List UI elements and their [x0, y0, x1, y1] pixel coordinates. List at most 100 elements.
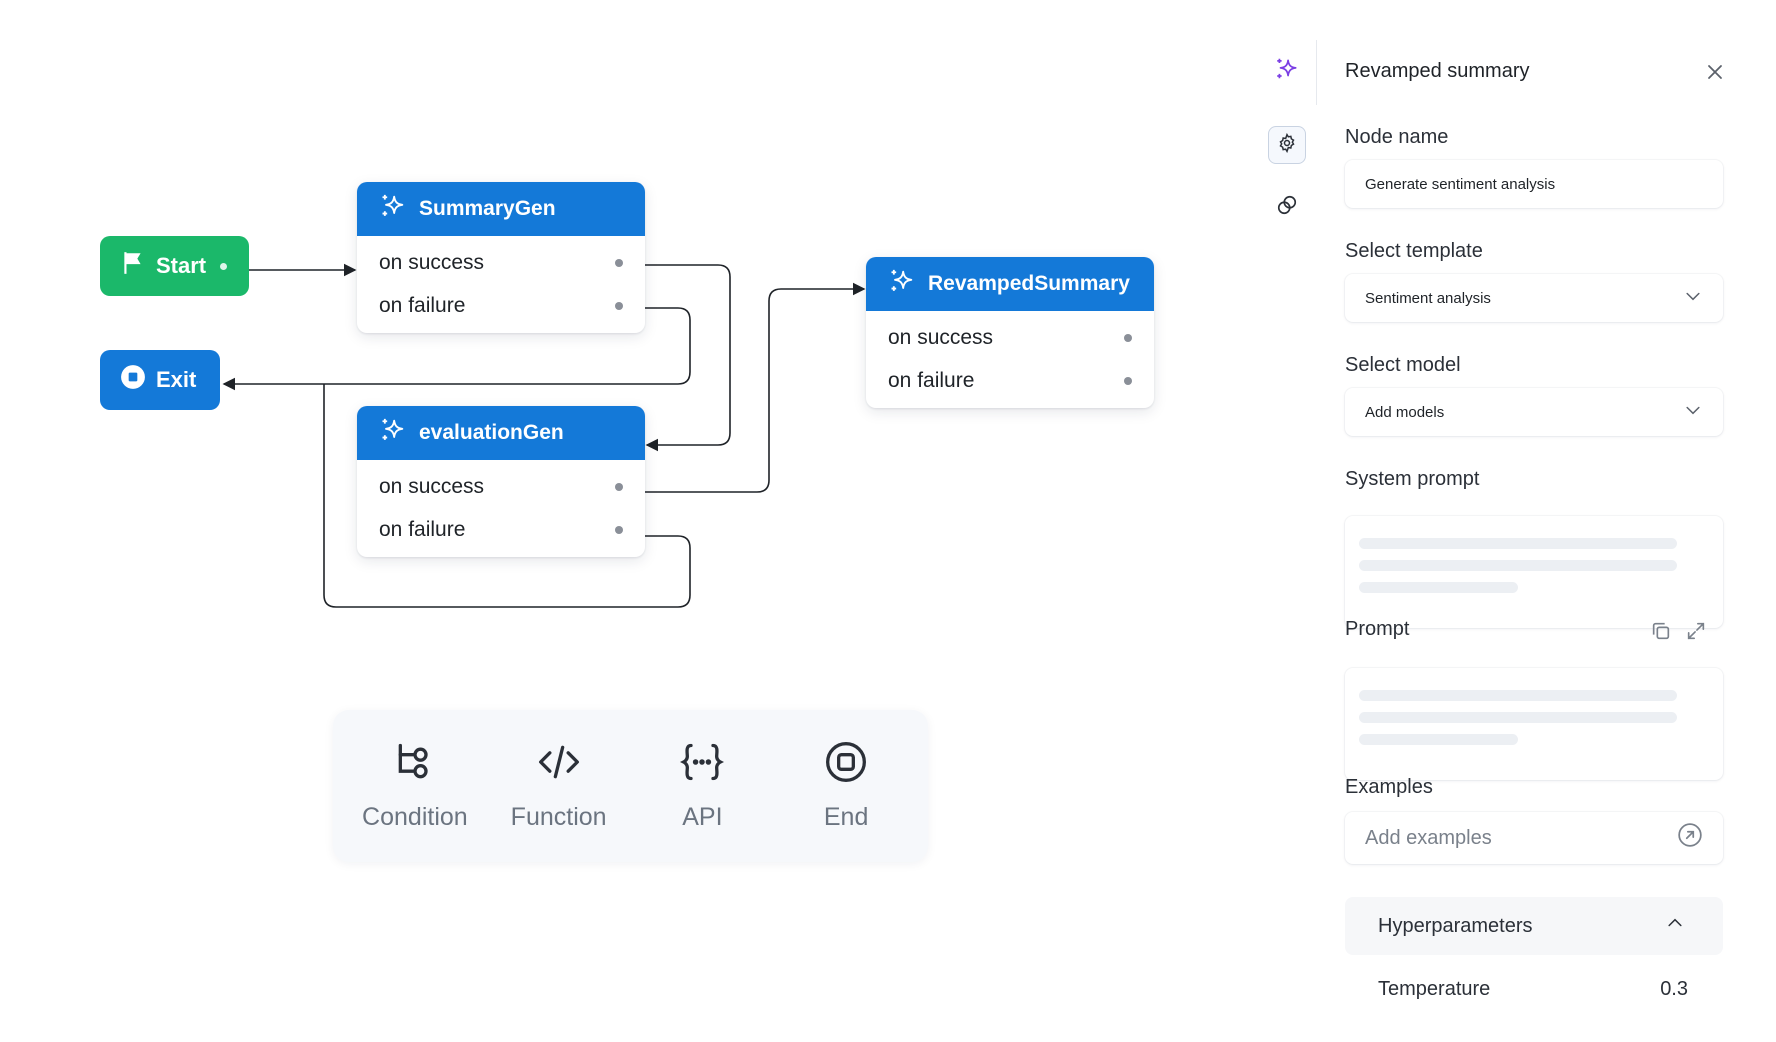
- output-port[interactable]: [1124, 333, 1132, 342]
- copy-icon: [1650, 620, 1672, 647]
- output-port[interactable]: [615, 482, 623, 491]
- template-value: Sentiment analysis: [1365, 289, 1491, 307]
- skeleton-line: [1359, 690, 1677, 701]
- edge-eval-success-revamp: [645, 282, 866, 493]
- examples-placeholder: Add examples: [1365, 826, 1492, 849]
- node-title: evaluationGen: [419, 421, 564, 444]
- sparkle-icon: [379, 416, 407, 450]
- node-header[interactable]: evaluationGen: [357, 406, 645, 460]
- node-header[interactable]: RevampedSummary: [866, 257, 1154, 311]
- node-palette: Condition Function API End: [333, 710, 928, 862]
- hyperparameters-section-header[interactable]: Hyperparameters: [1345, 897, 1723, 955]
- skeleton-line: [1359, 582, 1518, 593]
- node-output-success[interactable]: on success: [357, 241, 645, 284]
- output-label: on success: [888, 325, 994, 349]
- template-label: Select template: [1345, 240, 1483, 262]
- temperature-value: 0.3: [1660, 978, 1688, 1000]
- code-icon: [537, 740, 581, 789]
- settings-tab[interactable]: [1268, 126, 1306, 164]
- api-braces-icon: [680, 740, 725, 789]
- node-header[interactable]: SummaryGen: [357, 182, 645, 236]
- exit-label: Exit: [156, 367, 197, 392]
- link-tab[interactable]: [1268, 188, 1306, 226]
- output-label: on failure: [379, 517, 466, 541]
- output-port[interactable]: [615, 258, 623, 267]
- skeleton-line: [1359, 538, 1677, 549]
- palette-label: Condition: [362, 803, 468, 831]
- node-title: RevampedSummary: [928, 272, 1130, 295]
- panel-title: Revamped summary: [1345, 60, 1530, 82]
- workflow-canvas[interactable]: Start Exit SummaryGen on success on fail…: [0, 0, 1290, 1042]
- node-config-panel: Revamped summary Node name Select templa…: [1345, 40, 1727, 1042]
- start-node[interactable]: Start: [100, 236, 249, 296]
- output-label: on failure: [379, 293, 466, 317]
- model-select[interactable]: Add models: [1345, 388, 1723, 436]
- sparkle-icon: [888, 267, 916, 301]
- temperature-row: Temperature 0.3: [1378, 978, 1688, 1006]
- node-output-success[interactable]: on success: [357, 465, 645, 508]
- model-value: Add models: [1365, 403, 1445, 421]
- gear-icon: [1277, 132, 1297, 158]
- output-label: on success: [379, 250, 485, 274]
- chevron-up-icon: [1665, 913, 1685, 939]
- expand-icon: [1685, 620, 1707, 647]
- node-name-label: Node name: [1345, 126, 1449, 148]
- node-output-success[interactable]: on success: [866, 316, 1154, 359]
- close-button[interactable]: [1703, 60, 1727, 84]
- link-circles-icon: [1276, 194, 1298, 221]
- model-label: Select model: [1345, 354, 1461, 376]
- skeleton-line: [1359, 734, 1518, 745]
- expand-button[interactable]: [1685, 620, 1707, 647]
- output-port[interactable]: [615, 301, 623, 310]
- template-select[interactable]: Sentiment analysis: [1345, 274, 1723, 322]
- copy-button[interactable]: [1650, 620, 1672, 647]
- node-output-failure[interactable]: on failure: [866, 359, 1154, 402]
- node-evaluationgen[interactable]: evaluationGen on success on failure: [357, 406, 645, 557]
- condition-icon: [393, 740, 437, 789]
- node-title: SummaryGen: [419, 197, 556, 220]
- node-name-input[interactable]: [1365, 175, 1703, 193]
- node-summarygen[interactable]: SummaryGen on success on failure: [357, 182, 645, 333]
- start-label: Start: [156, 253, 207, 278]
- examples-label: Examples: [1345, 776, 1433, 798]
- panel-rail: [1266, 40, 1326, 1040]
- palette-end[interactable]: End: [776, 740, 916, 832]
- palette-api[interactable]: API: [632, 740, 772, 832]
- start-port[interactable]: [220, 262, 228, 270]
- examples-field[interactable]: Add examples: [1345, 812, 1723, 864]
- palette-label: API: [682, 803, 723, 831]
- node-output-failure[interactable]: on failure: [357, 508, 645, 551]
- edge-summary-success-eval: [645, 264, 731, 452]
- stop-circle-icon: [824, 740, 868, 789]
- prompt-label: Prompt: [1345, 618, 1410, 640]
- node-output-failure[interactable]: on failure: [357, 284, 645, 327]
- temperature-label: Temperature: [1378, 978, 1491, 1000]
- sparkle-icon: [1274, 56, 1300, 87]
- output-port[interactable]: [1124, 376, 1132, 385]
- system-prompt-textarea[interactable]: [1345, 516, 1723, 628]
- node-revampedsummary[interactable]: RevampedSummary on success on failure: [866, 257, 1154, 408]
- rail-divider: [1316, 40, 1317, 105]
- skeleton-line: [1359, 712, 1677, 723]
- output-label: on failure: [888, 368, 975, 392]
- output-label: on success: [379, 474, 485, 498]
- prompt-textarea[interactable]: [1345, 668, 1723, 780]
- skeleton-line: [1359, 560, 1677, 571]
- connection-lines: [222, 263, 866, 608]
- chevron-down-icon: [1683, 400, 1703, 424]
- close-icon: [1703, 65, 1727, 88]
- hyperparameters-label: Hyperparameters: [1378, 914, 1533, 937]
- palette-condition[interactable]: Condition: [345, 740, 485, 832]
- node-name-field[interactable]: [1345, 160, 1723, 208]
- arrow-up-right-circle-icon[interactable]: [1677, 822, 1703, 854]
- system-prompt-label: System prompt: [1345, 468, 1480, 490]
- output-port[interactable]: [615, 525, 623, 534]
- flag-icon: [120, 250, 146, 282]
- stop-icon: [120, 364, 146, 396]
- chevron-down-icon: [1683, 286, 1703, 310]
- palette-label: Function: [510, 803, 607, 831]
- ai-sparkle-tab[interactable]: [1268, 52, 1306, 90]
- sparkle-icon: [379, 192, 407, 226]
- palette-function[interactable]: Function: [489, 740, 629, 832]
- exit-node[interactable]: Exit: [100, 350, 220, 410]
